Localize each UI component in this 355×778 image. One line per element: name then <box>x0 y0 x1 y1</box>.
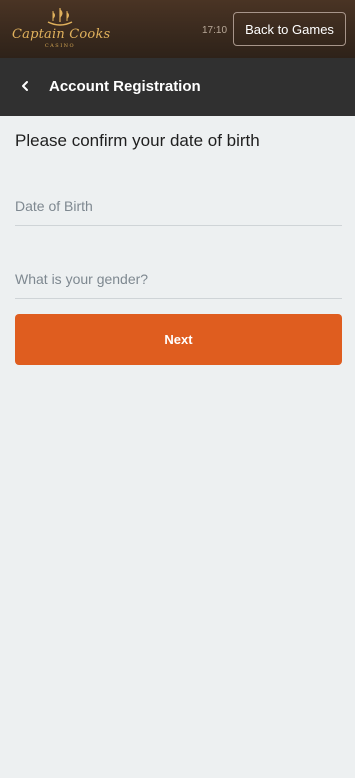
page-header: Account Registration <box>0 58 355 116</box>
logo-subtext: CASINO <box>44 43 76 49</box>
casino-logo[interactable]: Captain Cooks CASINO <box>12 6 111 52</box>
top-bar: Captain Cooks CASINO 17:10 Back to Games <box>0 0 355 58</box>
date-of-birth-field[interactable] <box>15 186 342 226</box>
ship-icon <box>47 8 73 26</box>
chevron-left-icon[interactable] <box>18 79 32 93</box>
back-to-games-button[interactable]: Back to Games <box>233 12 346 46</box>
clock-time: 17:10 <box>202 25 228 36</box>
next-button[interactable]: Next <box>15 314 342 365</box>
gender-field[interactable] <box>15 259 342 299</box>
form-heading: Please confirm your date of birth <box>15 131 260 150</box>
page-title: Account Registration <box>49 78 201 95</box>
logo-text: Captain Cooks <box>12 27 111 42</box>
